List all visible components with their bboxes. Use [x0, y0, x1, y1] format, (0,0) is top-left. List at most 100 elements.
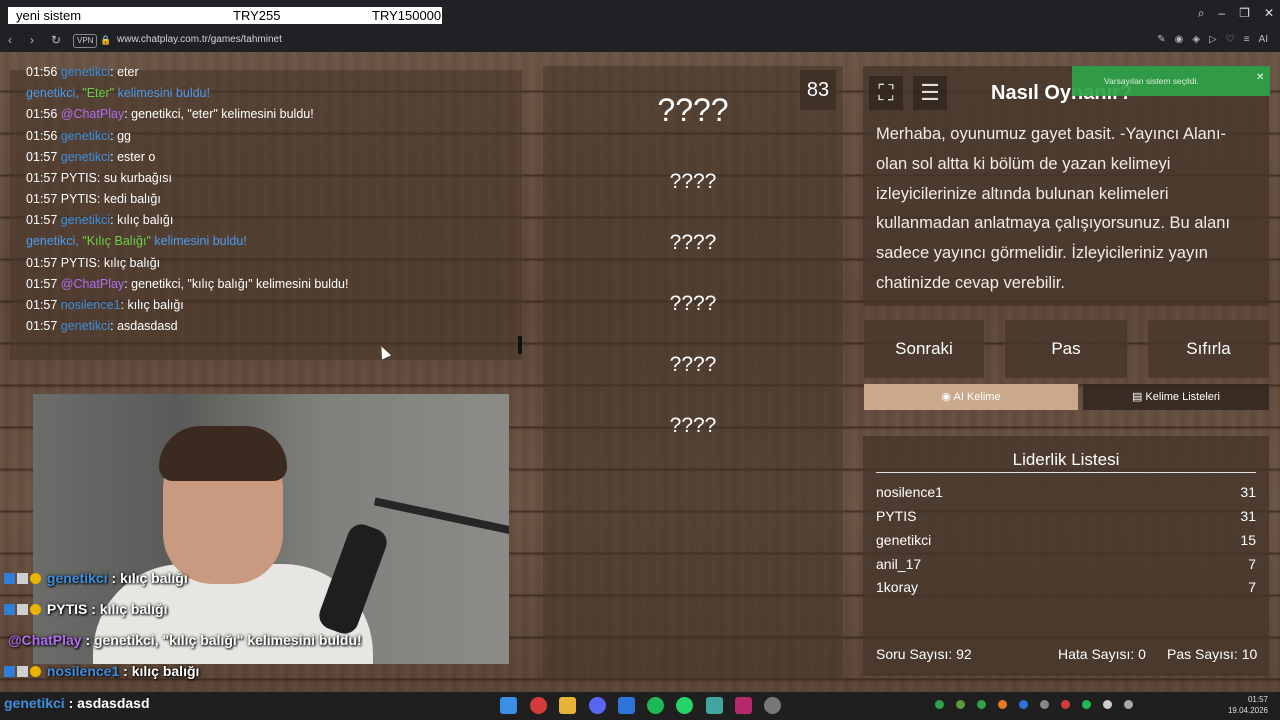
tray-icon[interactable] [1019, 700, 1028, 709]
overlay-title-box: yeni sistem TRY255 TRY150000 [8, 7, 442, 24]
reset-button[interactable]: Sıfırla [1148, 320, 1269, 378]
mic-arm [373, 497, 509, 539]
divider [876, 472, 1256, 473]
address-bar: ‹ › ↻ VPN 🔒 www.chatplay.com.tr/games/ta… [0, 30, 1280, 52]
tray-icon[interactable] [1082, 700, 1091, 709]
fullscreen-icon[interactable]: ⛶ [869, 76, 903, 110]
settings-icon[interactable] [764, 697, 781, 714]
restore-icon[interactable]: ❐ [1239, 6, 1250, 21]
app-icon[interactable] [735, 697, 752, 714]
chat-line: 01:57 nosilence1: kılıç balığı [26, 298, 184, 312]
timer-counter: 83 [800, 70, 836, 110]
leaderboard-row: 1koray 7 [876, 579, 1256, 595]
system-tray [935, 700, 1133, 709]
edit-icon[interactable]: ✎ [1157, 34, 1165, 45]
play-icon[interactable]: ▷ [1209, 34, 1217, 45]
chat-line: 01:56 genetikci: eter [26, 65, 139, 79]
menu-icon[interactable]: ≡ [1244, 34, 1250, 45]
leaderboard-title: Liderlik Listesi [1012, 450, 1120, 469]
taskbar-clock[interactable]: 01:57 19.04.2026 [1228, 694, 1268, 716]
chat-line: 01:57 PYTIS: su kurbağısı [26, 171, 172, 185]
leaderboard-row: PYTIS 31 [876, 508, 1256, 524]
notes-icon[interactable]: ☰ [913, 76, 947, 110]
chat-panel: 01:56 genetikci: eter genetikci, "Eter" … [10, 65, 522, 360]
clock-date: 19.04.2026 [1227, 706, 1268, 715]
back-icon[interactable]: ‹ [8, 33, 12, 47]
webcam-person-hair [159, 426, 287, 481]
tray-icon[interactable] [1061, 700, 1070, 709]
how-to-play-text: Merhaba, oyunumuz gayet basit. -Yayıncı … [876, 125, 1231, 292]
tray-icon[interactable] [1103, 700, 1112, 709]
chat-line: 01:57 genetikci: asdasdasd [26, 319, 178, 333]
discord-icon[interactable] [589, 697, 606, 714]
question-count: Soru Sayısı: 92 [876, 646, 972, 662]
opera-icon[interactable] [530, 697, 547, 714]
leaderboard-row: genetikci 15 [876, 532, 1256, 548]
whatsapp-icon[interactable] [676, 697, 693, 714]
windows-start-icon[interactable] [500, 697, 517, 714]
chat-line: 01:56 @ChatPlay: genetikci, "eter" kelim… [26, 107, 314, 121]
error-count: Hata Sayısı: 0 [1058, 646, 1146, 662]
leaderboard-panel: Liderlik Listesi nosilence1 31 PYTIS 31 ge… [863, 436, 1269, 676]
ai-word-button[interactable]: ◉ AI Kelime [864, 384, 1078, 410]
list-icon: ▤ [1131, 391, 1146, 403]
leaderboard-row: anil_17 7 [876, 556, 1256, 572]
clock-time: 01:57 [1247, 695, 1268, 704]
stream-chat-line: PYTIS : kılıç balığı [4, 601, 168, 617]
app-icon[interactable] [706, 697, 723, 714]
url-field[interactable]: www.chatplay.com.tr/games/tahminet [117, 34, 282, 45]
chat-line: genetikci, "Kılıç Balığı" kelimesini bul… [26, 234, 247, 248]
forbidden-word: ???? [669, 292, 717, 315]
stream-chat-line: genetikci : kılıç balığı [4, 570, 188, 586]
word-card: ???? ???? ???? ???? ???? ???? [543, 66, 843, 678]
mail-icon[interactable] [618, 697, 635, 714]
chat-line: 01:57 genetikci: ester o [26, 150, 156, 164]
chat-scrollbar[interactable] [518, 336, 522, 354]
ai-icon[interactable]: AI [1259, 34, 1268, 45]
toast-notification: Varsayılan sistem seçildi. [1072, 66, 1270, 96]
stream-overlay-bar: yeni sistem TRY255 TRY150000 ⌕ – ❐ ✕ [0, 0, 1280, 30]
lock-icon: 🔒 [100, 35, 112, 45]
stream-chat-line: @ChatPlay : genetikci, "kılıç balığı" ke… [8, 632, 362, 648]
ai-icon: ◉ [941, 391, 954, 403]
search-icon[interactable]: ⌕ [1198, 6, 1205, 21]
overlay-title: yeni sistem [16, 8, 82, 23]
pass-button[interactable]: Pas [1005, 320, 1127, 378]
tray-icon[interactable] [977, 700, 986, 709]
tray-icon[interactable] [998, 700, 1007, 709]
camera-icon[interactable]: ◉ [1175, 34, 1184, 45]
overlay-amount-b: TRY150000 [372, 8, 442, 23]
word-lists-button[interactable]: ▤ Kelime Listeleri [1083, 384, 1269, 410]
tray-icon[interactable] [956, 700, 965, 709]
taskbar: 01:57 19.04.2026 [0, 692, 1280, 720]
spotify-icon[interactable] [647, 697, 664, 714]
pass-count: Pas Sayısı: 10 [1167, 646, 1258, 662]
chat-line: 01:57 PYTIS: kılıç balığı [26, 256, 161, 270]
stream-chat-line: nosilence1 : kılıç balığı [4, 663, 199, 679]
toolbar-icons: ✎ ◉ ◈ ▷ ♡ ≡ AI [1157, 34, 1268, 45]
webcam-feed [33, 394, 509, 664]
vpn-badge[interactable]: VPN [73, 34, 98, 48]
chat-line: 01:57 @ChatPlay: genetikci, "kılıç balığ… [26, 277, 349, 291]
forbidden-word: ???? [669, 170, 717, 193]
toast-close-icon[interactable]: ✕ [1256, 72, 1264, 83]
main-word: ???? [657, 92, 729, 128]
reload-icon[interactable]: ↻ [51, 33, 61, 47]
overlay-amount-a: TRY255 [233, 8, 281, 23]
folder-icon[interactable] [559, 697, 576, 714]
tray-icon[interactable] [935, 700, 944, 709]
close-icon[interactable]: ✕ [1264, 6, 1274, 21]
leaderboard-row: nosilence1 31 [876, 484, 1256, 500]
how-to-play-panel: ⛶ ☰ Nasıl Oynanır? Merhaba, oyunumuz gay… [863, 66, 1269, 306]
tray-icon[interactable] [1040, 700, 1049, 709]
next-button[interactable]: Sonraki [864, 320, 984, 378]
forbidden-word: ???? [669, 414, 717, 437]
tray-icon[interactable] [1124, 700, 1133, 709]
heart-icon[interactable]: ♡ [1226, 34, 1235, 45]
forward-icon[interactable]: › [30, 33, 34, 47]
stream-chat-line: genetikci : asdasdasd [4, 695, 150, 711]
window-controls: ⌕ – ❐ ✕ [1198, 6, 1274, 21]
shield-icon[interactable]: ◈ [1192, 34, 1200, 45]
minimize-icon[interactable]: – [1218, 6, 1225, 21]
game-stage: 01:56 genetikci: eter genetikci, "Eter" … [0, 52, 1280, 692]
